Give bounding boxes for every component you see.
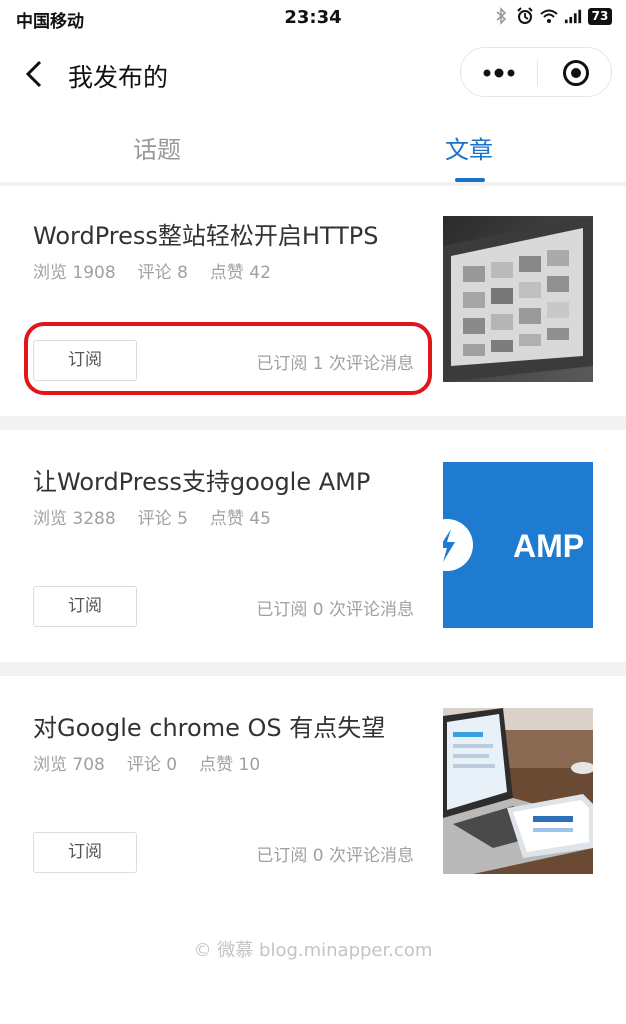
back-button[interactable] bbox=[14, 54, 54, 94]
tab-articles[interactable]: 文章 bbox=[409, 130, 529, 165]
subscribe-button[interactable]: 订阅 bbox=[33, 586, 137, 627]
miniprogram-capsule bbox=[460, 47, 612, 97]
laptop-photo-image bbox=[443, 708, 593, 874]
battery-icon: 73 bbox=[588, 7, 612, 25]
footer-copyright: © 微慕 blog.minapper.com bbox=[193, 940, 433, 961]
article-card[interactable]: 让WordPress支持google AMP 浏览 3288 评论 5 点赞 45 … bbox=[0, 430, 626, 662]
highlight-annotation bbox=[24, 322, 432, 395]
alarm-icon bbox=[517, 7, 533, 24]
views-count: 浏览 1908 bbox=[33, 263, 116, 283]
article-thumbnail[interactable] bbox=[443, 708, 593, 874]
article-stats: 浏览 3288 评论 5 点赞 45 bbox=[33, 504, 293, 529]
tab-topics[interactable]: 话题 bbox=[97, 130, 217, 165]
wifi-icon bbox=[540, 9, 558, 23]
comments-count: 评论 8 bbox=[137, 263, 188, 283]
bluetooth-icon bbox=[496, 7, 507, 25]
tab-bar: 话题 文章 bbox=[0, 110, 626, 182]
nav-bar: 我发布的 bbox=[0, 36, 626, 110]
article-card[interactable]: 对Google chrome OS 有点失望 浏览 708 评论 0 点赞 10 订… bbox=[0, 676, 626, 908]
article-title[interactable]: 对Google chrome OS 有点失望 bbox=[33, 708, 385, 743]
subscribe-button[interactable]: 订阅 bbox=[33, 832, 137, 873]
close-button[interactable] bbox=[538, 48, 613, 98]
likes-count: 点赞 10 bbox=[199, 755, 261, 775]
page-title: 我发布的 bbox=[68, 63, 169, 92]
more-dots-icon bbox=[483, 68, 515, 78]
article-stats: 浏览 708 评论 0 点赞 10 bbox=[33, 750, 282, 775]
card-separator bbox=[0, 662, 626, 676]
card-separator bbox=[0, 416, 626, 430]
article-thumbnail[interactable] bbox=[443, 216, 593, 382]
article-stats: 浏览 1908 评论 8 点赞 42 bbox=[33, 258, 293, 283]
chevron-left-icon bbox=[25, 60, 42, 88]
likes-count: 点赞 42 bbox=[209, 263, 271, 283]
website-screens-image bbox=[443, 216, 593, 382]
signal-icon bbox=[564, 9, 582, 24]
comments-count: 评论 5 bbox=[137, 509, 188, 529]
views-count: 浏览 3288 bbox=[33, 509, 116, 529]
subscription-info: 已订阅 0 次评论消息 bbox=[256, 846, 414, 866]
comments-count: 评论 0 bbox=[126, 755, 178, 775]
views-count: 浏览 708 bbox=[33, 755, 105, 775]
target-circle-icon bbox=[562, 60, 589, 86]
amp-logo-text: AMP bbox=[513, 528, 584, 564]
amp-logo-image: AMP bbox=[443, 462, 593, 628]
status-bar: 中国移动 23:34 73 bbox=[0, 0, 626, 36]
status-icons: 73 bbox=[492, 7, 612, 25]
article-title[interactable]: 让WordPress支持google AMP bbox=[33, 462, 370, 497]
article-thumbnail[interactable]: AMP bbox=[443, 462, 593, 628]
subscription-info: 已订阅 0 次评论消息 bbox=[256, 600, 414, 620]
more-button[interactable] bbox=[461, 48, 537, 98]
article-title[interactable]: WordPress整站轻松开启HTTPS bbox=[33, 216, 379, 251]
likes-count: 点赞 45 bbox=[209, 509, 271, 529]
